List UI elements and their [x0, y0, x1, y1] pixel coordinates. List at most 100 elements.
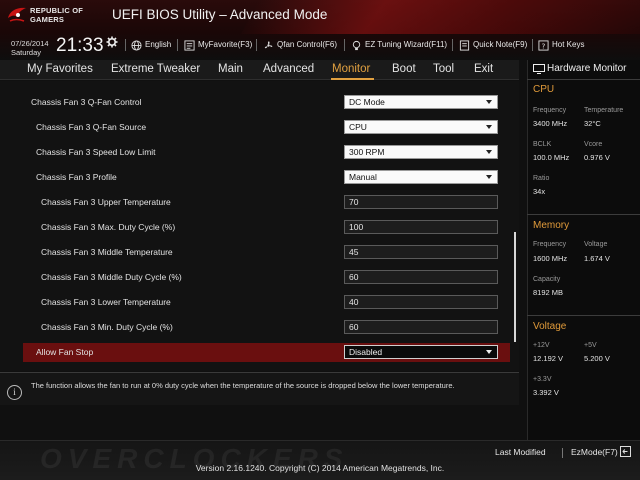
cpu-frequency-value: 3400 MHz	[533, 119, 568, 128]
last-modified-button[interactable]: Last Modified	[495, 447, 546, 457]
setting-label: Chassis Fan 3 Lower Temperature	[41, 297, 171, 307]
v33-value: 3.392 V	[533, 388, 559, 397]
max-duty-cycle-field[interactable]: 100	[344, 220, 498, 234]
divider	[527, 315, 640, 316]
myfavorite-label: MyFavorite(F3)	[198, 40, 253, 49]
ratio-label: Ratio	[533, 175, 550, 182]
footer-divider	[562, 448, 563, 458]
ez-tuning-wizard-button[interactable]: EZ Tuning Wizard(F11)	[351, 38, 447, 52]
qfan-control-button[interactable]: Qfan Control(F6)	[263, 38, 337, 52]
setting-label: Chassis Fan 3 Q-Fan Source	[36, 122, 147, 132]
tab-boot[interactable]: Boot	[392, 62, 416, 77]
v5-label: +5V	[584, 342, 597, 349]
gear-icon[interactable]	[106, 36, 118, 48]
min-duty-cycle-field[interactable]: 60	[344, 320, 498, 334]
chevron-down-icon	[486, 125, 492, 129]
chevron-down-icon	[486, 350, 492, 354]
dropdown-value: DC Mode	[349, 97, 385, 107]
qfan-source-dropdown[interactable]: CPU	[344, 120, 498, 134]
memory-voltage-label: Voltage	[584, 241, 608, 248]
language-label: English	[145, 40, 172, 49]
voltage-heading: Voltage	[533, 321, 567, 332]
tab-exit[interactable]: Exit	[474, 62, 493, 77]
ez-mode-button[interactable]: EzMode(F7)	[571, 447, 618, 457]
memory-frequency-label: Frequency	[533, 241, 567, 248]
myfavorite-button[interactable]: MyFavorite(F3)	[184, 38, 252, 52]
brand-text: REPUBLIC OF GAMERS	[30, 6, 83, 24]
tab-monitor[interactable]: Monitor	[332, 62, 370, 77]
hot-keys-label: Hot Keys	[552, 40, 585, 49]
wizard-lightbulb-icon	[352, 40, 361, 50]
toolbar-divider	[256, 39, 257, 51]
dropdown-value: Manual	[349, 172, 377, 182]
setting-label: Chassis Fan 3 Max. Duty Cycle (%)	[41, 222, 176, 232]
qfan-label: Qfan Control(F6)	[277, 40, 338, 49]
fan-profile-dropdown[interactable]: Manual	[344, 170, 498, 184]
language-button[interactable]: English	[131, 38, 171, 52]
toolbar-divider	[177, 39, 178, 51]
time-display: 21:33	[56, 35, 104, 56]
setting-label: Chassis Fan 3 Middle Duty Cycle (%)	[41, 272, 182, 282]
v33-label: +3.3V	[533, 376, 552, 383]
help-key-icon: ?	[538, 39, 549, 51]
setting-label: Chassis Fan 3 Upper Temperature	[41, 197, 171, 207]
tab-tool[interactable]: Tool	[433, 62, 454, 77]
dropdown-value: Disabled	[349, 347, 383, 357]
cpu-heading: CPU	[533, 84, 555, 95]
speed-low-limit-dropdown[interactable]: 300 RPM	[344, 145, 498, 159]
day-text: Saturday	[11, 48, 42, 57]
version-text: Version 2.16.1240. Copyright (C) 2014 Am…	[195, 463, 445, 473]
date-text: 07/26/2014	[11, 39, 49, 48]
globe-icon	[131, 39, 142, 51]
dropdown-value: CPU	[349, 122, 367, 132]
memory-heading: Memory	[533, 220, 570, 231]
vcore-label: Vcore	[584, 141, 603, 148]
vcore-value: 0.976 V	[584, 153, 610, 162]
tab-advanced[interactable]: Advanced	[263, 62, 314, 77]
note-icon	[459, 39, 470, 51]
ratio-value: 34x	[533, 187, 546, 196]
exit-to-ezmode-icon[interactable]	[620, 446, 631, 457]
cpu-temperature-label: Temperature	[584, 107, 624, 114]
setting-label: Chassis Fan 3 Q-Fan Control	[31, 97, 142, 107]
brand-line-2: GAMERS	[30, 15, 65, 24]
chevron-down-icon	[486, 100, 492, 104]
dropdown-value: 300 RPM	[349, 147, 385, 157]
bclk-label: BCLK	[533, 141, 552, 148]
tab-main[interactable]: Main	[218, 62, 243, 77]
bclk-value: 100.0 MHz	[533, 153, 570, 162]
favorite-list-icon	[184, 39, 195, 51]
divider	[527, 214, 640, 215]
qfan-control-dropdown[interactable]: DC Mode	[344, 95, 498, 109]
info-icon: i	[7, 385, 22, 400]
toolbar-divider	[532, 39, 533, 51]
tab-extreme-tweaker[interactable]: Extreme Tweaker	[111, 62, 200, 77]
upper-temperature-field[interactable]: 70	[344, 195, 498, 209]
toolbar-divider	[344, 39, 345, 51]
ez-tuning-label: EZ Tuning Wizard(F11)	[365, 40, 448, 49]
hardware-monitor-title: Hardware Monitor	[547, 63, 627, 74]
capacity-value: 8192 MB	[533, 288, 564, 297]
page-title: UEFI BIOS Utility – Advanced Mode	[112, 7, 328, 22]
cpu-frequency-label: Frequency	[533, 107, 567, 114]
toolbar-divider	[452, 39, 453, 51]
tab-my-favorites[interactable]: My Favorites	[27, 62, 93, 77]
svg-text:?: ?	[542, 41, 546, 50]
hot-keys-button[interactable]: ? Hot Keys	[538, 38, 584, 52]
monitor-icon	[533, 64, 545, 74]
middle-duty-cycle-field[interactable]: 60	[344, 270, 498, 284]
fan-icon	[264, 40, 273, 48]
setting-label: Chassis Fan 3 Speed Low Limit	[36, 147, 156, 157]
setting-label: Chassis Fan 3 Profile	[36, 172, 117, 182]
cpu-temperature-value: 32°C	[584, 119, 601, 128]
capacity-label: Capacity	[533, 276, 561, 283]
help-text: The function allows the fan to run at 0%…	[31, 381, 455, 390]
quick-note-button[interactable]: Quick Note(F9)	[459, 38, 527, 52]
v5-value: 5.200 V	[584, 354, 610, 363]
chevron-down-icon	[486, 150, 492, 154]
divider	[527, 79, 640, 80]
allow-fan-stop-dropdown[interactable]: Disabled	[344, 345, 498, 359]
scrollbar[interactable]	[514, 232, 516, 342]
middle-temperature-field[interactable]: 45	[344, 245, 498, 259]
lower-temperature-field[interactable]: 40	[344, 295, 498, 309]
